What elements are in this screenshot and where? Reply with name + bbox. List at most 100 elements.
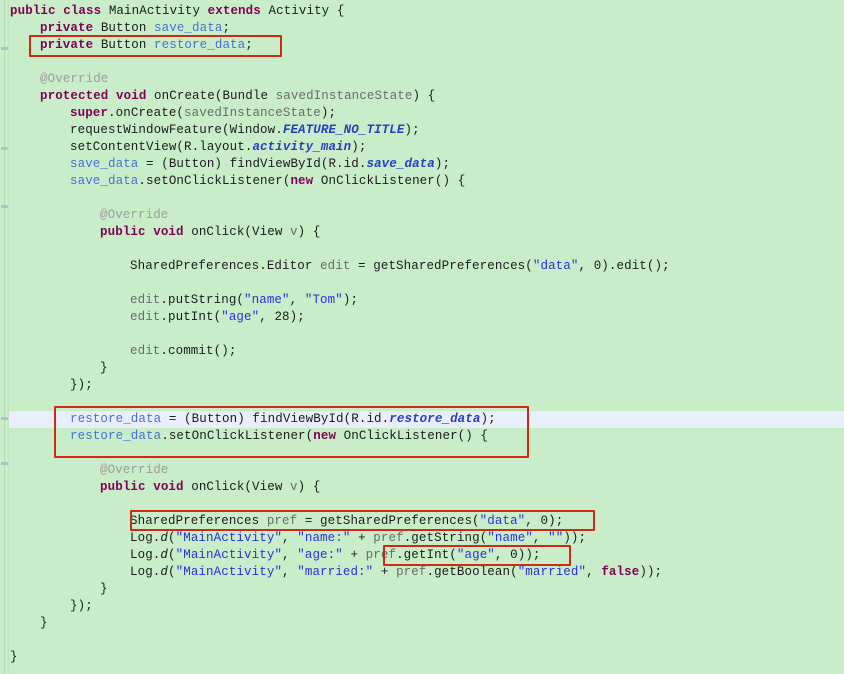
code-line[interactable] [0,190,844,207]
code-token: )); [517,548,541,562]
code-token: OnClickListener() { [313,174,466,188]
code-line[interactable]: public void onClick(View v) { [0,479,844,496]
code-line[interactable] [0,632,844,649]
code-line[interactable]: public class MainActivity extends Activi… [0,3,844,20]
code-token: ); [289,310,305,324]
code-line[interactable]: SharedPreferences pref = getSharedPrefer… [0,513,844,530]
code-token: @Override [100,208,169,222]
code-line[interactable] [0,496,844,513]
code-folding-gutter[interactable] [0,0,9,674]
code-editor-pane[interactable]: public class MainActivity extends Activi… [0,0,844,674]
code-token: private [40,21,94,35]
code-line[interactable]: @Override [0,207,844,224]
code-line[interactable]: save_data = (Button) findViewById(R.id.s… [0,156,844,173]
code-line[interactable]: } [0,581,844,598]
code-token: savedInstanceState [184,106,321,120]
code-token: ); [320,106,337,120]
code-token: , [282,531,298,545]
code-token: restore_data [70,429,162,443]
code-token: private [40,38,94,52]
code-token: public [100,480,146,494]
code-token: pref [373,531,404,545]
code-line[interactable]: } [0,360,844,377]
code-line[interactable]: } [0,615,844,632]
code-line[interactable]: restore_data.setOnClickListener(new OnCl… [0,428,844,445]
code-line[interactable] [0,326,844,343]
code-token: ( [168,531,176,545]
code-token: "MainActivity" [175,531,283,545]
code-token: pref [365,548,397,562]
code-line[interactable] [0,54,844,71]
code-token: ; [245,38,253,52]
fold-toggle-icon[interactable] [1,462,8,465]
code-line[interactable]: }); [0,598,844,615]
code-token: )); [639,565,663,579]
code-line[interactable] [0,275,844,292]
code-token: setContentView(R.layout. [70,140,253,154]
code-token: }); [70,599,93,613]
code-token: ); [434,157,451,171]
code-token: super [70,106,109,120]
code-token: ; [222,21,231,35]
code-token: onClick(View [183,225,291,239]
code-line[interactable]: save_data.setOnClickListener(new OnClick… [0,173,844,190]
fold-toggle-icon[interactable] [1,47,8,50]
code-token: extends [207,4,261,18]
code-token: d [160,531,169,545]
code-line[interactable]: protected void onCreate(Bundle savedInst… [0,88,844,105]
code-token: edit [320,259,351,273]
code-line[interactable] [0,394,844,411]
code-token: "name" [487,531,533,545]
code-line[interactable]: setContentView(R.layout.activity_main); [0,139,844,156]
code-line[interactable] [0,241,844,258]
code-token: , [525,514,541,528]
code-token: "married:" [297,565,374,579]
code-line[interactable]: Log.d("MainActivity", "name:" + pref.get… [0,530,844,547]
code-token: = (Button) findViewById(R.id. [138,157,367,171]
code-token: .getInt( [396,548,457,562]
code-line[interactable]: edit.commit(); [0,343,844,360]
code-line[interactable]: SharedPreferences.Editor edit = getShare… [0,258,844,275]
code-line[interactable]: public void onClick(View v) { [0,224,844,241]
code-token: requestWindowFeature(Window. [70,123,283,137]
code-line[interactable]: @Override [0,71,844,88]
code-token: OnClickListener() { [336,429,489,443]
code-token: v [290,480,298,494]
code-token: 28 [274,310,290,324]
code-token: restore_data [389,412,481,426]
code-line[interactable]: edit.putInt("age", 28); [0,309,844,326]
code-token: ); [548,514,564,528]
code-line[interactable]: edit.putString("name", "Tom"); [0,292,844,309]
code-token: MainActivity [101,4,208,18]
code-line[interactable]: }); [0,377,844,394]
code-token: pref [396,565,427,579]
fold-toggle-icon[interactable] [1,205,8,208]
code-text-layer[interactable]: public class MainActivity extends Activi… [0,0,844,674]
code-token: SharedPreferences.Editor [130,259,321,273]
code-line[interactable]: super.onCreate(savedInstanceState); [0,105,844,122]
fold-toggle-icon[interactable] [1,417,8,420]
code-line[interactable]: Log.d("MainActivity", "married:" + pref.… [0,564,844,581]
code-line[interactable]: restore_data = (Button) findViewById(R.i… [0,411,844,428]
code-token: "Tom" [304,293,343,307]
code-line[interactable] [0,445,844,462]
code-line[interactable]: private Button save_data; [0,20,844,37]
code-token: + [342,548,366,562]
code-token: = (Button) findViewById(R.id. [161,412,390,426]
code-token: ); [404,123,420,137]
code-token: activity_main [252,140,352,154]
code-token: ); [480,412,496,426]
code-token: = getSharedPreferences( [297,514,480,528]
code-line[interactable]: private Button restore_data; [0,37,844,54]
fold-toggle-icon[interactable] [1,147,8,150]
code-token: "age" [456,548,495,562]
code-line[interactable]: @Override [0,462,844,479]
code-token: 0 [540,514,549,528]
gutter-guide-line [4,0,5,674]
code-token: protected [40,89,109,103]
code-line[interactable]: } [0,649,844,666]
code-token: public [100,225,146,239]
code-token: .getBoolean( [426,565,518,579]
code-line[interactable]: Log.d("MainActivity", "age:" + pref.getI… [0,547,844,564]
code-line[interactable]: requestWindowFeature(Window.FEATURE_NO_T… [0,122,844,139]
